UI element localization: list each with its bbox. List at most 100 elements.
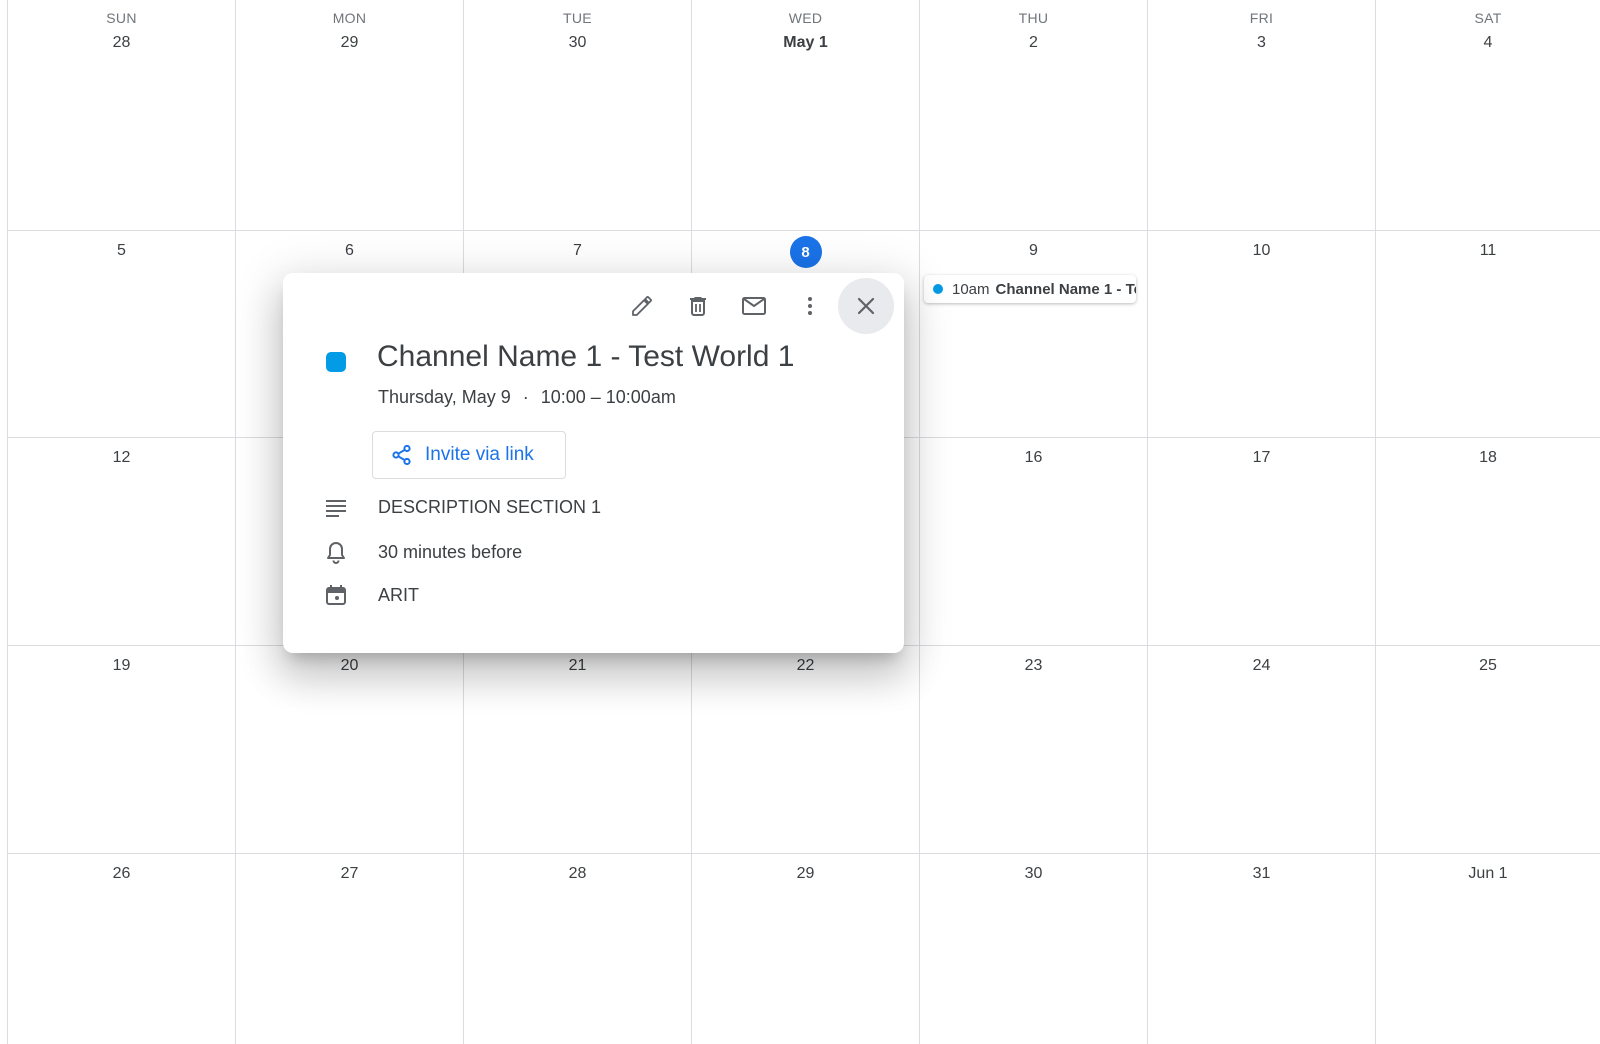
day-number[interactable]: 20 bbox=[333, 656, 367, 676]
day-number[interactable]: 29 bbox=[789, 864, 823, 884]
today-badge[interactable]: 8 bbox=[789, 236, 822, 268]
calendar-row: ARIT bbox=[323, 583, 419, 607]
day-cell[interactable]: SUN 28 bbox=[7, 0, 235, 231]
event-description: DESCRIPTION SECTION 1 bbox=[378, 497, 602, 517]
weekday-label: MON bbox=[332, 10, 367, 26]
mail-icon bbox=[742, 297, 766, 315]
pencil-icon bbox=[632, 296, 652, 316]
event-chip-title: Channel Name 1 - Test World 1 bbox=[995, 280, 1136, 298]
delete-button[interactable] bbox=[670, 278, 726, 334]
edit-button[interactable] bbox=[614, 278, 670, 334]
event-time-range: 10:00 – 10:00am bbox=[540, 387, 676, 407]
day-cell[interactable]: 23 bbox=[919, 646, 1147, 854]
day-cell[interactable]: MON 29 bbox=[235, 0, 463, 231]
day-number[interactable]: 10 bbox=[1245, 241, 1279, 261]
day-number[interactable]: 30 bbox=[1017, 864, 1051, 884]
day-number[interactable]: 16 bbox=[1017, 448, 1051, 468]
invite-via-link-button[interactable]: Invite via link bbox=[372, 431, 566, 479]
close-button[interactable] bbox=[838, 278, 894, 334]
close-icon bbox=[857, 297, 875, 315]
day-cell[interactable]: 20 bbox=[235, 646, 463, 854]
event-chip-time: 10am bbox=[952, 280, 990, 298]
event-color-square bbox=[326, 352, 346, 372]
day-cell[interactable]: 5 bbox=[7, 231, 235, 438]
event-details-popup: Channel Name 1 - Test World 1 Thursday, … bbox=[283, 273, 904, 653]
event-color-dot bbox=[933, 284, 943, 294]
weekday-label: SAT bbox=[1474, 10, 1502, 26]
day-cell[interactable]: 27 bbox=[235, 854, 463, 1044]
notes-icon bbox=[326, 499, 346, 517]
day-number[interactable]: 31 bbox=[1245, 864, 1279, 884]
weekday-label: SUN bbox=[106, 10, 137, 26]
day-cell[interactable]: 21 bbox=[463, 646, 691, 854]
day-number[interactable]: 28 bbox=[561, 864, 595, 884]
day-cell[interactable]: TUE 30 bbox=[463, 0, 691, 231]
day-number[interactable]: 24 bbox=[1245, 656, 1279, 676]
event-title: Channel Name 1 - Test World 1 bbox=[377, 340, 795, 373]
day-number[interactable]: 19 bbox=[105, 656, 139, 676]
day-cell[interactable]: 12 bbox=[7, 438, 235, 646]
more-vert-icon bbox=[808, 297, 812, 315]
day-number[interactable]: 27 bbox=[333, 864, 367, 884]
event-reminder: 30 minutes before bbox=[378, 541, 523, 562]
day-number[interactable]: 6 bbox=[337, 241, 362, 261]
day-cell[interactable]: 29 bbox=[691, 854, 919, 1044]
day-number[interactable]: 2 bbox=[1021, 33, 1046, 53]
day-cell[interactable]: 19 bbox=[7, 646, 235, 854]
day-cell[interactable]: 25 bbox=[1375, 646, 1600, 854]
bell-icon bbox=[327, 542, 345, 564]
day-number[interactable]: 30 bbox=[561, 33, 595, 53]
day-cell[interactable]: 18 bbox=[1375, 438, 1600, 646]
day-number[interactable]: 4 bbox=[1476, 33, 1501, 53]
day-number[interactable]: 25 bbox=[1471, 656, 1505, 676]
day-cell[interactable]: 24 bbox=[1147, 646, 1375, 854]
event-calendar-name: ARIT bbox=[378, 584, 420, 605]
day-number[interactable]: 26 bbox=[105, 864, 139, 884]
day-cell[interactable]: 22 bbox=[691, 646, 919, 854]
day-number[interactable]: 18 bbox=[1471, 448, 1505, 468]
calendar-icon bbox=[326, 585, 346, 605]
day-cell[interactable]: 17 bbox=[1147, 438, 1375, 646]
day-number[interactable]: 23 bbox=[1017, 656, 1051, 676]
trash-icon bbox=[690, 297, 706, 316]
event-date: Thursday, May 9 bbox=[378, 387, 511, 407]
day-number[interactable]: 3 bbox=[1249, 33, 1274, 53]
event-datetime: Thursday, May 9 · 10:00 – 10:00am bbox=[378, 387, 676, 408]
weekday-label: TUE bbox=[563, 10, 592, 26]
day-cell[interactable]: 16 bbox=[919, 438, 1147, 646]
day-number[interactable]: 9 bbox=[1021, 241, 1046, 261]
separator-dot: · bbox=[522, 387, 529, 407]
day-number[interactable]: 12 bbox=[105, 448, 139, 468]
day-number[interactable]: 11 bbox=[1472, 241, 1505, 261]
day-cell[interactable]: Jun 1 bbox=[1375, 854, 1600, 1044]
day-cell[interactable]: 30 bbox=[919, 854, 1147, 1044]
day-number[interactable]: 5 bbox=[109, 241, 134, 261]
day-number[interactable]: 28 bbox=[105, 33, 139, 53]
day-cell[interactable]: 10 bbox=[1147, 231, 1375, 438]
day-cell[interactable]: WED May 1 bbox=[691, 0, 919, 231]
day-number[interactable]: 29 bbox=[333, 33, 367, 53]
invite-label: Invite via link bbox=[425, 444, 534, 465]
weekday-label: THU bbox=[1018, 10, 1049, 26]
day-number[interactable]: 21 bbox=[561, 656, 595, 676]
day-number[interactable]: 7 bbox=[565, 241, 590, 261]
share-icon bbox=[392, 444, 411, 466]
description-row: DESCRIPTION SECTION 1 bbox=[323, 497, 601, 518]
day-cell[interactable]: 28 bbox=[463, 854, 691, 1044]
day-number[interactable]: Jun 1 bbox=[1460, 864, 1515, 884]
day-cell[interactable]: 31 bbox=[1147, 854, 1375, 1044]
day-cell[interactable]: 11 bbox=[1375, 231, 1600, 438]
day-cell[interactable]: SAT 4 bbox=[1375, 0, 1600, 231]
day-cell[interactable]: 9 10am Channel Name 1 - Test World 1 bbox=[919, 231, 1147, 438]
event-chip[interactable]: 10am Channel Name 1 - Test World 1 bbox=[924, 275, 1136, 303]
day-number[interactable]: 17 bbox=[1245, 448, 1279, 468]
reminder-row: 30 minutes before bbox=[323, 540, 522, 564]
weekday-label: WED bbox=[788, 10, 823, 26]
day-cell[interactable]: FRI 3 bbox=[1147, 0, 1375, 231]
day-number[interactable]: 22 bbox=[789, 656, 823, 676]
day-number[interactable]: May 1 bbox=[775, 33, 835, 53]
day-cell[interactable]: THU 2 bbox=[919, 0, 1147, 231]
more-options-button[interactable] bbox=[782, 278, 838, 334]
email-guests-button[interactable] bbox=[726, 278, 782, 334]
day-cell[interactable]: 26 bbox=[7, 854, 235, 1044]
